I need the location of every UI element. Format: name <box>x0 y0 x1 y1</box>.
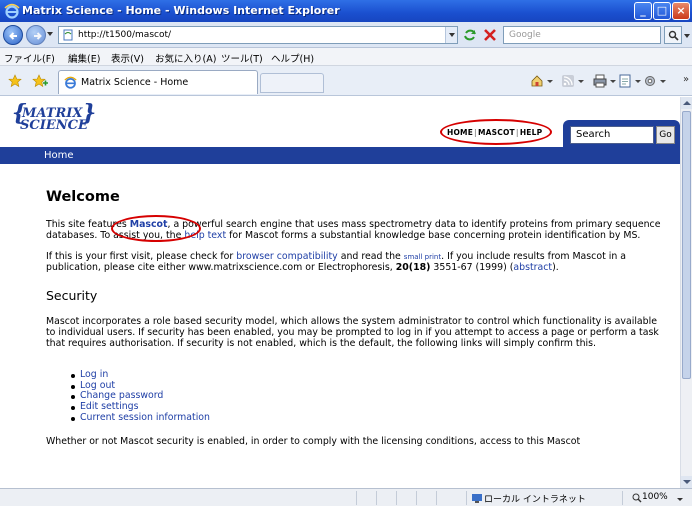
tab-matrix-science-home[interactable]: Matrix Science - Home <box>58 70 258 94</box>
new-tab-button[interactable] <box>260 73 324 93</box>
internet-explorer-icon <box>64 76 77 89</box>
first-visit-paragraph: If this is your first visit, please chec… <box>46 251 666 273</box>
site-header: { MATRIX SCIENCE } HOME|MASCOT|HELP Sear… <box>0 97 680 147</box>
site-search-go-button[interactable]: Go <box>656 126 675 144</box>
web-search-input[interactable]: Google <box>503 26 661 44</box>
vertical-scrollbar[interactable] <box>680 97 692 488</box>
home-dropdown[interactable] <box>547 80 553 83</box>
breadcrumb: Home <box>0 147 680 164</box>
security-zone-label[interactable]: ローカル イントラネット <box>484 492 586 505</box>
feeds-dropdown[interactable] <box>578 80 584 83</box>
first-visit-text-5: ). <box>552 261 559 273</box>
address-toolbar: http://t1500/mascot/ Google <box>0 22 692 48</box>
add-favorite-icon[interactable] <box>32 74 48 88</box>
first-visit-text-2: and read the <box>337 251 404 263</box>
toolbar-overflow-icon[interactable]: » <box>683 74 689 85</box>
address-url: http://t1500/mascot/ <box>78 30 172 40</box>
print-icon[interactable] <box>593 74 607 88</box>
web-page-viewport: { MATRIX SCIENCE } HOME|MASCOT|HELP Sear… <box>0 97 680 488</box>
licensing-paragraph: Whether or not Mascot security is enable… <box>46 436 581 448</box>
zoom-dropdown[interactable] <box>677 498 683 501</box>
forward-arrow-icon <box>34 32 42 40</box>
log-in-link[interactable]: Log in <box>80 369 108 380</box>
favorites-star-icon[interactable] <box>8 74 22 88</box>
first-visit-text-4: 3551-67 (1999) ( <box>430 261 514 273</box>
address-input[interactable]: http://t1500/mascot/ <box>58 26 458 44</box>
scroll-thumb[interactable] <box>682 111 691 379</box>
back-button[interactable] <box>3 25 23 45</box>
intro-text-3: for Mascot forms a substantial knowledge… <box>226 229 641 241</box>
page-dropdown[interactable] <box>635 80 641 83</box>
zoom-icon[interactable] <box>632 493 642 503</box>
minimize-button[interactable]: _ <box>634 2 652 20</box>
citation-volume: 20(18) <box>395 261 431 273</box>
breadcrumb-home-link[interactable]: Home <box>44 150 74 161</box>
history-dropdown[interactable] <box>47 32 53 36</box>
list-item: Change password <box>71 391 666 402</box>
refresh-icon[interactable] <box>462 27 478 43</box>
page-icon <box>63 29 73 41</box>
internet-explorer-icon <box>4 3 20 19</box>
browser-compatibility-link[interactable]: browser compatibility <box>236 251 337 262</box>
security-heading: Security <box>46 288 98 304</box>
menu-edit[interactable]: 編集(E) <box>68 51 100 65</box>
session-information-link[interactable]: Current session information <box>80 412 210 423</box>
menu-file[interactable]: ファイル(F) <box>4 51 55 65</box>
highlight-circle <box>111 215 201 242</box>
search-provider-dropdown[interactable] <box>684 34 690 38</box>
web-search-placeholder: Google <box>509 30 541 40</box>
menu-view[interactable]: 表示(V) <box>111 51 144 65</box>
edit-settings-link[interactable]: Edit settings <box>80 401 139 412</box>
list-item: Log in <box>71 369 666 381</box>
web-search-button[interactable] <box>664 26 682 44</box>
zoom-level[interactable]: 100% <box>642 492 668 502</box>
menu-tools[interactable]: ツール(T) <box>221 51 263 65</box>
tools-gear-icon[interactable] <box>643 74 657 88</box>
scroll-up-button[interactable] <box>681 97 692 109</box>
change-password-link[interactable]: Change password <box>80 390 163 402</box>
first-visit-text-1: If this is your first visit, please chec… <box>46 251 237 263</box>
page-menu-icon[interactable] <box>618 74 632 88</box>
maximize-button[interactable]: □ <box>653 2 671 20</box>
security-paragraph: Mascot incorporates a role based securit… <box>46 316 659 349</box>
abstract-link[interactable]: abstract <box>513 262 552 273</box>
home-icon[interactable] <box>530 74 544 88</box>
welcome-heading: Welcome <box>46 189 120 205</box>
forward-button[interactable] <box>26 25 46 45</box>
scroll-down-button[interactable] <box>681 476 692 488</box>
security-links-list: Log in Log out Change password Edit sett… <box>71 369 666 424</box>
menu-favorites[interactable]: お気に入り(A) <box>155 51 216 65</box>
address-dropdown[interactable] <box>445 27 457 43</box>
logo-line-2: SCIENCE <box>20 118 88 133</box>
list-item: Current session information <box>71 412 666 424</box>
menu-help[interactable]: ヘルプ(H) <box>271 51 314 65</box>
stop-icon[interactable] <box>482 27 498 43</box>
window-title-bar[interactable]: Matrix Science - Home - Windows Internet… <box>0 0 692 22</box>
highlight-circle <box>440 119 552 145</box>
site-search-input[interactable]: Search <box>570 126 654 144</box>
status-bar: ローカル イントラネット 100% <box>0 488 692 506</box>
log-out-link[interactable]: Log out <box>80 380 115 391</box>
tools-dropdown[interactable] <box>660 80 666 83</box>
tab-label: Matrix Science - Home <box>81 77 189 88</box>
window-title: Matrix Science - Home - Windows Internet… <box>22 4 340 17</box>
intranet-zone-icon <box>472 494 482 503</box>
menu-bar: ファイル(F) 編集(E) 表示(V) お気に入り(A) ツール(T) ヘルプ(… <box>0 48 692 66</box>
feeds-icon[interactable] <box>561 74 575 88</box>
print-dropdown[interactable] <box>610 80 616 83</box>
close-window-button[interactable]: × <box>672 2 690 20</box>
back-arrow-icon <box>9 32 17 40</box>
small-print-link[interactable]: small print <box>404 253 441 261</box>
tab-toolbar: Matrix Science - Home » <box>0 66 692 96</box>
magnifier-icon <box>668 30 679 41</box>
